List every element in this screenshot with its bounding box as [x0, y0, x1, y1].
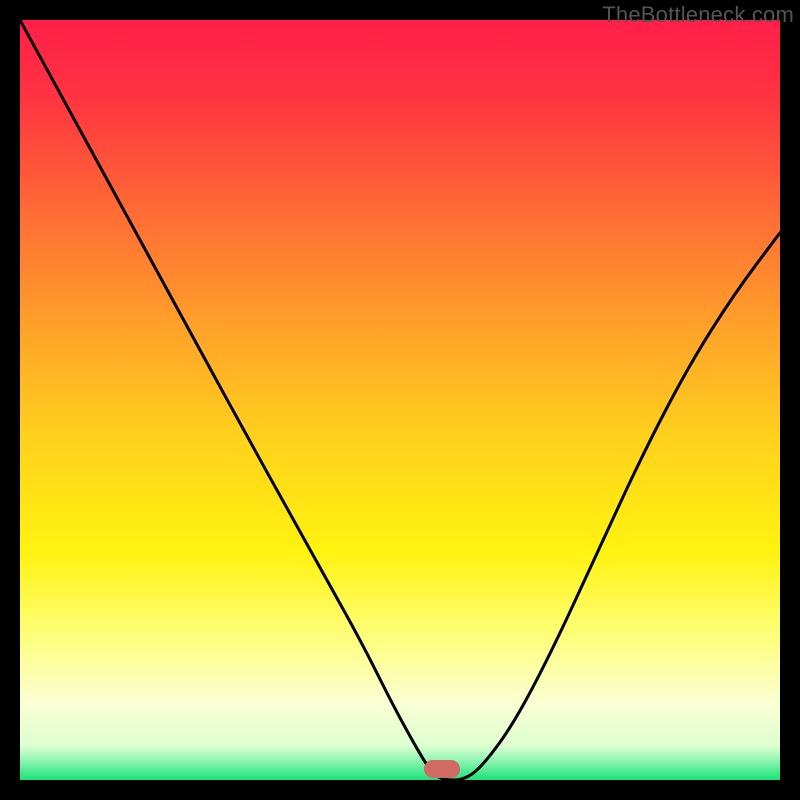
bottleneck-curve: [20, 20, 780, 780]
optimal-point-marker: [424, 760, 460, 778]
chart-frame: TheBottleneck.com: [0, 0, 800, 800]
plot-area: [20, 20, 780, 780]
watermark-text: TheBottleneck.com: [602, 2, 794, 28]
